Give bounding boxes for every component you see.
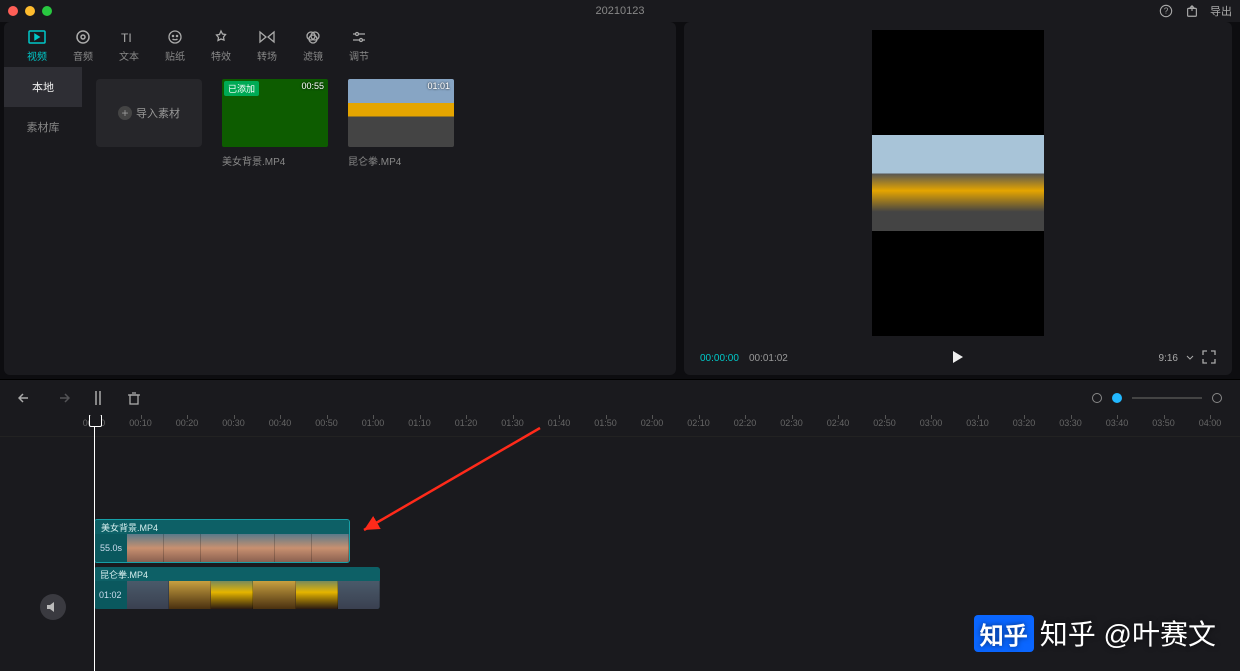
ruler-tick: 03:50: [1152, 418, 1175, 428]
sticker-icon: [166, 28, 184, 46]
ruler-tick: 03:00: [920, 418, 943, 428]
filter-icon: [304, 28, 322, 46]
nav-adjust[interactable]: 调节: [336, 28, 382, 63]
ruler-tick: 01:20: [455, 418, 478, 428]
timeline[interactable]: 00:0000:1000:2000:3000:4000:5001:0001:10…: [0, 415, 1240, 671]
nav-transition[interactable]: 转场: [244, 28, 290, 63]
nav-audio[interactable]: 音频: [60, 28, 106, 63]
close-window-button[interactable]: [8, 6, 18, 16]
playhead[interactable]: [94, 415, 95, 671]
minimize-window-button[interactable]: [25, 6, 35, 16]
ruler-tick: 03:20: [1013, 418, 1036, 428]
ruler-tick: 03:40: [1106, 418, 1129, 428]
ruler-tick: 03:30: [1059, 418, 1082, 428]
ruler-tick: 00:20: [176, 418, 199, 428]
nav-text[interactable]: TI 文本: [106, 28, 152, 63]
fullscreen-icon[interactable]: [1202, 350, 1216, 367]
media-thumbnail[interactable]: 01:01: [348, 79, 454, 147]
side-tabs: 本地 素材库: [4, 67, 82, 375]
split-button[interactable]: [90, 390, 106, 406]
export-icon[interactable]: [1184, 3, 1200, 19]
asset-grid: + 导入素材 已添加 00:55 美女背景.MP4 01:01 昆仑拳.MP4: [82, 67, 676, 375]
nav-video[interactable]: 视频: [14, 28, 60, 63]
ruler-tick: 03:10: [966, 418, 989, 428]
ruler-tick: 00:30: [222, 418, 245, 428]
media-panel: 视频 音频 TI 文本 贴纸 特效 转场: [4, 22, 676, 375]
project-title: 20210123: [596, 5, 645, 17]
current-time: 00:00:00: [700, 353, 739, 364]
ruler-tick: 02:20: [734, 418, 757, 428]
maximize-window-button[interactable]: [42, 6, 52, 16]
ruler-tick: 01:40: [548, 418, 571, 428]
tab-library[interactable]: 素材库: [4, 107, 82, 147]
track-mute-button[interactable]: [40, 594, 66, 620]
svg-text:TI: TI: [121, 31, 132, 44]
window-controls: [8, 6, 52, 16]
zoom-indicator[interactable]: [1112, 393, 1122, 403]
play-button[interactable]: [952, 350, 964, 367]
nav-sticker[interactable]: 贴纸: [152, 28, 198, 63]
preview-viewport[interactable]: [684, 22, 1232, 344]
timeline-clip[interactable]: 美女背景.MP4 55.0s: [94, 519, 350, 563]
media-item[interactable]: 01:01 昆仑拳.MP4: [348, 79, 454, 168]
ruler-tick: 01:50: [594, 418, 617, 428]
clip-duration: 01:02: [94, 581, 127, 609]
timeline-clip[interactable]: 昆仑拳.MP4 01:02: [94, 567, 380, 609]
ruler-tick: 02:00: [641, 418, 664, 428]
ruler-tick: 00:50: [315, 418, 338, 428]
media-duration: 00:55: [301, 81, 324, 91]
text-icon: TI: [120, 28, 138, 46]
ruler-tick: 00:40: [269, 418, 292, 428]
clip-label: 美女背景.MP4: [95, 520, 349, 534]
ruler-tick: 01:10: [408, 418, 431, 428]
clip-label: 昆仑拳.MP4: [94, 567, 380, 581]
chevron-down-icon[interactable]: [1186, 353, 1194, 364]
tab-local[interactable]: 本地: [4, 67, 82, 107]
plus-icon: +: [118, 106, 132, 120]
titlebar: 20210123 ? 导出: [0, 0, 1240, 22]
transition-icon: [258, 28, 276, 46]
zoom-fit-icon[interactable]: [1212, 393, 1222, 403]
import-media-button[interactable]: + 导入素材: [96, 79, 202, 147]
zoom-slider[interactable]: [1132, 397, 1202, 399]
total-duration: 00:01:02: [749, 353, 788, 364]
category-nav: 视频 音频 TI 文本 贴纸 特效 转场: [4, 22, 676, 67]
ruler-tick: 00:10: [129, 418, 152, 428]
preview-canvas: [872, 30, 1044, 336]
export-button[interactable]: 导出: [1210, 3, 1232, 19]
media-item[interactable]: 已添加 00:55 美女背景.MP4: [222, 79, 328, 168]
audio-icon: [74, 28, 92, 46]
ruler-tick: 02:50: [873, 418, 896, 428]
nav-filter[interactable]: 滤镜: [290, 28, 336, 63]
media-thumbnail[interactable]: 已添加 00:55: [222, 79, 328, 147]
added-badge: 已添加: [224, 81, 259, 96]
redo-button[interactable]: [54, 390, 70, 406]
preview-panel: 00:00:00 00:01:02 9:16: [684, 22, 1232, 375]
ruler-tick: 04:00: [1199, 418, 1222, 428]
adjust-icon: [350, 28, 368, 46]
media-filename: 美女背景.MP4: [222, 153, 328, 168]
help-icon[interactable]: ?: [1158, 3, 1174, 19]
video-icon: [28, 28, 46, 46]
timeline-toolbar: [0, 379, 1240, 415]
svg-text:?: ?: [1164, 7, 1169, 16]
aspect-ratio-selector[interactable]: 9:16: [1159, 353, 1178, 364]
ruler-tick: 01:00: [362, 418, 385, 428]
ruler-tick: 02:10: [687, 418, 710, 428]
nav-effect[interactable]: 特效: [198, 28, 244, 63]
clip-duration: 55.0s: [95, 534, 127, 562]
media-duration: 01:01: [427, 81, 450, 91]
media-filename: 昆仑拳.MP4: [348, 153, 454, 168]
ruler-tick: 01:30: [501, 418, 524, 428]
delete-button[interactable]: [126, 390, 142, 406]
time-ruler[interactable]: 00:0000:1000:2000:3000:4000:5001:0001:10…: [0, 415, 1240, 437]
ruler-tick: 02:30: [780, 418, 803, 428]
effect-icon: [212, 28, 230, 46]
zoom-out-icon[interactable]: [1092, 393, 1102, 403]
undo-button[interactable]: [18, 390, 34, 406]
preview-controls: 00:00:00 00:01:02 9:16: [684, 344, 1232, 375]
ruler-tick: 02:40: [827, 418, 850, 428]
preview-frame: [872, 135, 1044, 231]
